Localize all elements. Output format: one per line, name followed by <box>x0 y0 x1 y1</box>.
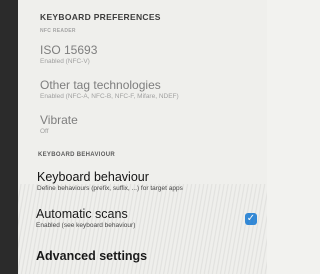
setting-other-tag-technologies[interactable]: Other tag technologies Enabled (NFC-A, N… <box>40 78 257 100</box>
setting-title: Advanced settings <box>36 249 148 263</box>
setting-title: Keyboard behaviour <box>37 170 149 184</box>
setting-subtitle: Enabled (NFC-V) <box>40 58 90 65</box>
keyboard-preferences-header: KEYBOARD PREFERENCES <box>40 12 161 22</box>
setting-automatic-scans[interactable]: Automatic scans Enabled (see keyboard be… <box>36 207 263 229</box>
setting-subtitle: Define behaviours (prefix, suffix, ...) … <box>37 185 183 192</box>
setting-iso-15693[interactable]: ISO 15693 Enabled (NFC-V) <box>40 43 257 65</box>
setting-title: ISO 15693 <box>40 43 98 57</box>
setting-title: Automatic scans <box>36 207 128 221</box>
setting-title: Vibrate <box>40 113 78 127</box>
setting-keyboard-behaviour[interactable]: Keyboard behaviour Define behaviours (pr… <box>37 170 257 192</box>
setting-title: Other tag technologies <box>40 78 161 92</box>
setting-vibrate[interactable]: Vibrate Off <box>40 113 257 135</box>
automatic-scans-checkbox[interactable]: ✓ <box>245 213 257 225</box>
settings-screen: KEYBOARD PREFERENCES NFC READER ISO 1569… <box>18 0 267 274</box>
setting-subtitle: Off <box>40 128 49 135</box>
keyboard-behaviour-header: KEYBOARD BEHAVIOUR <box>38 152 115 158</box>
setting-advanced-settings[interactable]: Advanced settings <box>36 249 257 263</box>
nfc-reader-header: NFC READER <box>40 28 76 34</box>
setting-subtitle: Enabled (NFC-A, NFC-B, NFC-F, Mifare, ND… <box>40 93 179 100</box>
setting-subtitle: Enabled (see keyboard behaviour) <box>36 222 136 229</box>
